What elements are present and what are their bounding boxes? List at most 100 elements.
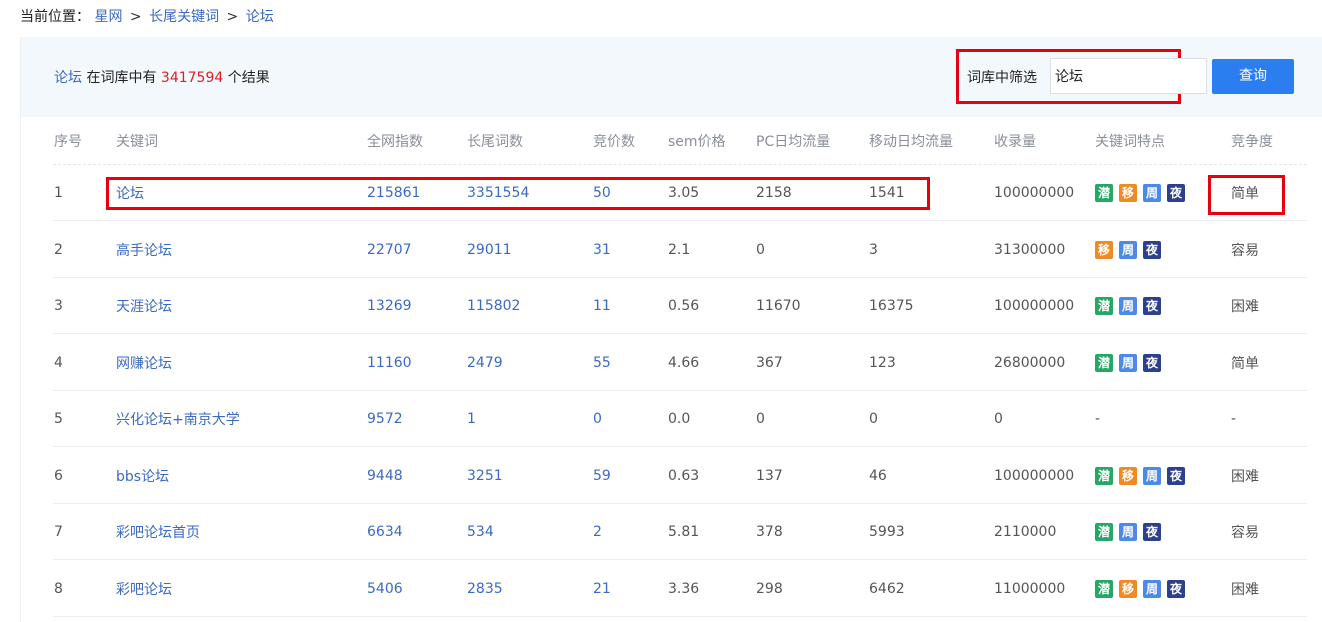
bid-count-link[interactable]: 2 bbox=[593, 504, 602, 560]
web-index-link[interactable]: 11160 bbox=[367, 335, 412, 391]
query-button[interactable]: 查询 bbox=[1212, 59, 1294, 94]
bid-count-link[interactable]: 55 bbox=[593, 335, 611, 391]
pc-traffic: 11670 bbox=[756, 298, 801, 314]
longtail-count-link[interactable]: 29011 bbox=[467, 222, 512, 278]
keyword-link[interactable]: 彩吧论坛首页 bbox=[116, 504, 200, 560]
pc-traffic: 378 bbox=[756, 524, 783, 540]
difficulty-label: 简单 bbox=[1231, 355, 1259, 372]
keyword-link[interactable]: 兴化论坛+南京大学 bbox=[116, 391, 240, 447]
sem-price: 5.81 bbox=[668, 524, 700, 540]
keyword-link[interactable]: 天涯论坛 bbox=[116, 278, 172, 334]
mobile-traffic: 5993 bbox=[869, 524, 905, 540]
table-row: 6 bbs论坛 9448 3251 59 0.63 137 46 100000000 潜移周夜 困难 bbox=[21, 448, 1322, 504]
result-count: 3417594 bbox=[160, 70, 224, 86]
web-index-link[interactable]: 9448 bbox=[367, 448, 403, 504]
web-index-link[interactable]: 22707 bbox=[367, 222, 412, 278]
pc-traffic: 137 bbox=[756, 467, 783, 484]
sem-price: 0.56 bbox=[668, 298, 700, 314]
feature-badges: 潜周夜 bbox=[1095, 504, 1167, 560]
feature-badges: 潜移周夜 bbox=[1095, 561, 1191, 617]
feature-badge-zhou: 周 bbox=[1143, 466, 1161, 485]
summary-suffix: 个结果 bbox=[223, 70, 270, 86]
keyword-link[interactable]: bbs论坛 bbox=[116, 448, 169, 504]
summary-keyword: 论坛 bbox=[54, 70, 82, 86]
table-row: 5 兴化论坛+南京大学 9572 1 0 0.0 0 0 0 - - bbox=[21, 391, 1322, 447]
feature-badge-ye: 夜 bbox=[1143, 523, 1161, 541]
feature-badges: 潜移周夜 bbox=[1095, 165, 1191, 221]
row-index: 2 bbox=[54, 241, 63, 258]
pc-traffic: 367 bbox=[756, 354, 783, 371]
feature-badge-qian: 潜 bbox=[1095, 579, 1113, 598]
indexed-count: 26800000 bbox=[994, 354, 1066, 371]
pc-traffic: 0 bbox=[756, 411, 765, 427]
feature-badges: 潜周夜 bbox=[1095, 278, 1167, 334]
sem-price: 4.66 bbox=[668, 354, 700, 371]
summary-bar: 论坛 在词库中有 3417594 个结果 词库中筛选 查询 bbox=[21, 37, 1322, 117]
mobile-traffic: 6462 bbox=[869, 580, 905, 597]
mobile-traffic: 46 bbox=[869, 467, 887, 484]
feature-badge-qian: 潜 bbox=[1095, 353, 1113, 372]
longtail-count-link[interactable]: 3251 bbox=[467, 448, 503, 504]
web-index-link[interactable]: 6634 bbox=[367, 504, 403, 560]
feature-badge-zhou: 周 bbox=[1119, 523, 1137, 541]
header-keyword: 关键词 bbox=[116, 134, 158, 150]
row-divider bbox=[53, 615, 1307, 617]
breadcrumb-label: 当前位置： bbox=[20, 9, 90, 25]
breadcrumb-home-link[interactable]: 星网 bbox=[94, 9, 122, 25]
row-index: 7 bbox=[54, 524, 63, 540]
sem-price: 2.1 bbox=[668, 241, 691, 258]
feature-badges: 移周夜 bbox=[1095, 222, 1167, 278]
keyword-link[interactable]: 网赚论坛 bbox=[116, 335, 172, 391]
sem-price: 0.63 bbox=[668, 467, 700, 484]
breadcrumb-current-link[interactable]: 论坛 bbox=[246, 9, 274, 25]
bid-count-link[interactable]: 59 bbox=[593, 448, 611, 504]
row-index: 8 bbox=[54, 580, 63, 597]
keyword-link[interactable]: 高手论坛 bbox=[116, 222, 172, 278]
longtail-count-link[interactable]: 2835 bbox=[467, 561, 503, 617]
row-index: 5 bbox=[54, 411, 63, 427]
feature-badge-zhou: 周 bbox=[1143, 579, 1161, 598]
filter-input[interactable] bbox=[1050, 58, 1207, 94]
indexed-count: 100000000 bbox=[994, 298, 1075, 314]
longtail-count-link[interactable]: 115802 bbox=[467, 278, 520, 334]
feature-badge-zhou: 周 bbox=[1119, 297, 1137, 315]
table-row: 2 高手论坛 22707 29011 31 2.1 0 3 31300000 移周夜 容易 bbox=[21, 222, 1322, 278]
feature-badge-qian: 潜 bbox=[1095, 184, 1113, 202]
difficulty-label: - bbox=[1231, 411, 1237, 427]
feature-badge-yi: 移 bbox=[1119, 184, 1137, 202]
web-index-link[interactable]: 5406 bbox=[367, 561, 403, 617]
bid-count-link[interactable]: 21 bbox=[593, 561, 611, 617]
feature-badge-ye: 夜 bbox=[1167, 579, 1185, 598]
longtail-count-link[interactable]: 534 bbox=[467, 504, 494, 560]
mobile-traffic: 123 bbox=[869, 354, 896, 371]
feature-badge-yi: 移 bbox=[1119, 466, 1137, 485]
mobile-traffic: 16375 bbox=[869, 298, 914, 314]
breadcrumb-longtail-link[interactable]: 长尾关键词 bbox=[149, 9, 219, 25]
bid-count-link[interactable]: 11 bbox=[593, 278, 611, 334]
header-longtail-count: 长尾词数 bbox=[467, 134, 523, 150]
feature-badge-qian: 潜 bbox=[1095, 297, 1113, 315]
longtail-count-link[interactable]: 2479 bbox=[467, 335, 503, 391]
pc-traffic: 0 bbox=[756, 241, 765, 258]
row-index: 6 bbox=[54, 467, 63, 484]
bid-count-link[interactable]: 31 bbox=[593, 222, 611, 278]
web-index-link[interactable]: 13269 bbox=[367, 278, 412, 334]
feature-badge-ye: 夜 bbox=[1167, 184, 1185, 202]
longtail-count-link[interactable]: 1 bbox=[467, 391, 476, 447]
breadcrumb-separator: > bbox=[226, 9, 239, 25]
feature-badge-zhou: 周 bbox=[1143, 184, 1161, 202]
keyword-link[interactable]: 彩吧论坛 bbox=[116, 561, 172, 617]
bid-count-link[interactable]: 0 bbox=[593, 391, 602, 447]
web-index-link[interactable]: 9572 bbox=[367, 391, 403, 447]
header-pc-traffic: PC日均流量 bbox=[756, 134, 831, 150]
header-bid-count: 竞价数 bbox=[593, 134, 635, 150]
difficulty-label: 困难 bbox=[1231, 299, 1259, 315]
pc-traffic: 298 bbox=[756, 580, 783, 597]
summary-mid-text: 在词库中有 bbox=[82, 70, 161, 86]
feature-badge-ye: 夜 bbox=[1143, 353, 1161, 372]
row-highlight-box bbox=[106, 177, 930, 210]
feature-badge-zhou: 周 bbox=[1119, 240, 1137, 259]
indexed-count: 0 bbox=[994, 411, 1003, 427]
mobile-traffic: 3 bbox=[869, 241, 878, 258]
indexed-count: 11000000 bbox=[994, 580, 1066, 597]
